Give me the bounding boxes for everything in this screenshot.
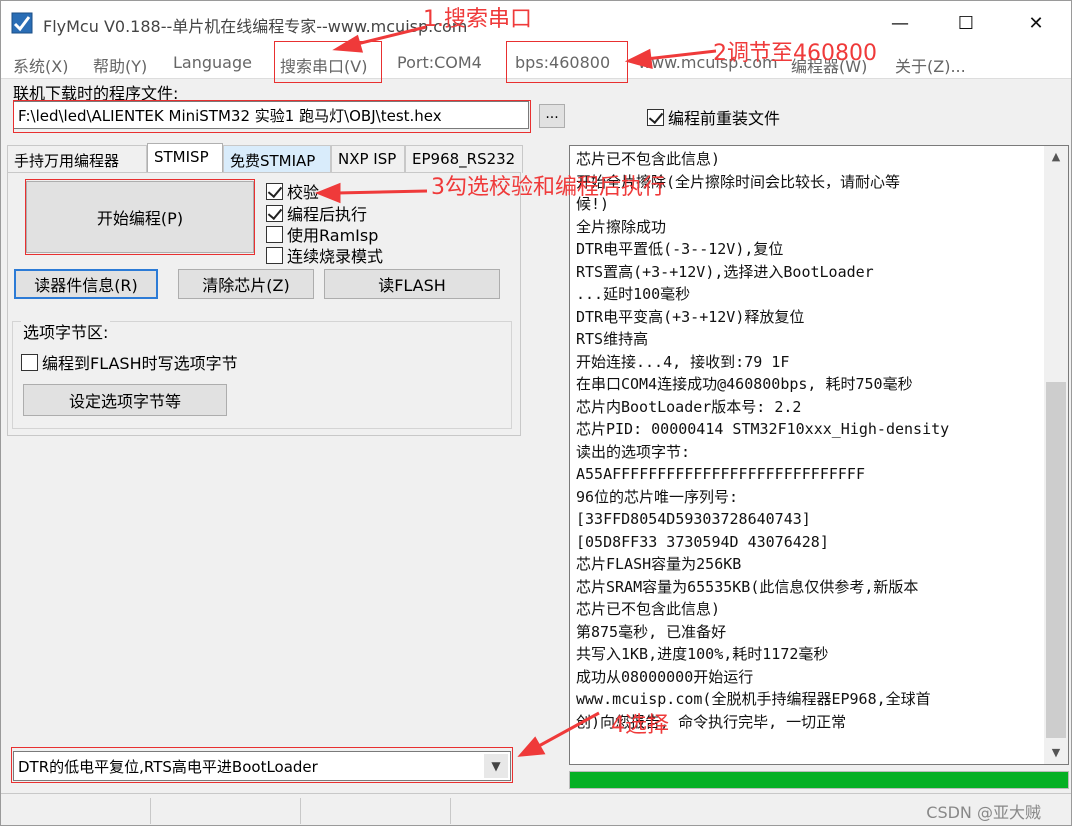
checkbox-icon: [266, 246, 283, 264]
status-bar: CSDN @亚大贼: [1, 793, 1071, 825]
log-line: 第875毫秒, 已准备好: [576, 622, 727, 641]
flymcu-app-icon: [11, 12, 33, 34]
log-line: 开始连接...4, 接收到:79 1F: [576, 352, 790, 371]
log-line: 芯片内BootLoader版本号: 2.2: [576, 397, 802, 416]
erase-chip-button[interactable]: 清除芯片(Z): [178, 269, 314, 299]
menu-help[interactable]: 帮助(Y): [93, 53, 147, 77]
progress-bar: [569, 771, 1069, 789]
tab-nxp-isp[interactable]: NXP ISP: [331, 145, 405, 173]
log-line: DTR电平变高(+3-+12V)释放复位: [576, 307, 805, 326]
annotation-step-2: 2调节至460800: [713, 41, 877, 66]
checkbox-icon: [266, 182, 283, 200]
verify-label: 校验: [287, 183, 320, 202]
tab-stmisp[interactable]: STMISP: [147, 143, 223, 173]
highlight-search-port: [274, 41, 382, 83]
status-cell: [1, 798, 151, 824]
set-option-bytes-button[interactable]: 设定选项字节等: [23, 384, 227, 416]
option-bytes-group: 选项字节区: 编程到FLASH时写选项字节 设定选项字节等: [12, 319, 512, 429]
scroll-up-icon[interactable]: ▲: [1044, 146, 1068, 168]
log-line: A55AFFFFFFFFFFFFFFFFFFFFFFFFFFFF: [576, 465, 865, 483]
close-icon[interactable]: ✕: [1013, 1, 1059, 45]
annotation-step-1: 1.搜索串口: [423, 7, 532, 32]
highlight-reset-select: [11, 747, 513, 783]
csdn-watermark: CSDN @亚大贼: [926, 803, 1041, 822]
log-line: 芯片FLASH容量为256KB: [576, 555, 742, 573]
flymcu-window: FlyMcu V0.188--单片机在线编程专家--www.mcuisp.com…: [0, 0, 1072, 826]
annotation-step-3: 3勾选校验和编程后执行: [431, 175, 665, 200]
log-line: 全片擦除成功: [576, 217, 667, 236]
checkbox-icon: [266, 204, 283, 222]
reload-before-program-checkbox[interactable]: 编程前重装文件: [647, 105, 780, 129]
log-line: [33FFD8054D59303728640743]: [576, 510, 811, 528]
checkbox-icon: [266, 225, 283, 243]
continuous-mode-label: 连续烧录模式: [287, 247, 384, 266]
browse-button[interactable]: ...: [539, 104, 565, 128]
highlight-bps: [506, 41, 628, 83]
checkbox-icon: [21, 353, 38, 371]
reload-label: 编程前重装文件: [668, 109, 781, 128]
option-bytes-title: 选项字节区:: [21, 319, 111, 343]
log-line: ...延时100毫秒: [576, 285, 691, 303]
log-scrollbar[interactable]: ▲ ▼: [1044, 146, 1068, 764]
progress-fill: [570, 772, 1068, 788]
log-line: 共写入1KB,进度100%,耗时1172毫秒: [576, 645, 829, 663]
menu-system[interactable]: 系统(X): [13, 53, 68, 77]
log-line: 芯片已不包含此信息): [576, 600, 721, 618]
checkbox-icon: [647, 108, 664, 126]
read-flash-button[interactable]: 读FLASH: [324, 269, 500, 299]
menu-about[interactable]: 关于(Z)...: [895, 53, 966, 77]
annotation-step-4: 4选择: [611, 713, 669, 738]
log-line: 成功从08000000开始运行: [576, 667, 754, 686]
log-line: 芯片PID: 00000414 STM32F10xxx_High-density: [576, 420, 950, 438]
log-line: RTS维持高: [576, 330, 649, 348]
tab-handheld[interactable]: 手持万用编程器: [7, 145, 147, 173]
log-line: 芯片SRAM容量为65535KB(此信息仅供参考,新版本: [576, 577, 919, 596]
read-device-info-button[interactable]: 读器件信息(R): [14, 269, 158, 299]
arrow-4-head: [517, 736, 546, 757]
log-line: 芯片已不包含此信息): [576, 150, 721, 168]
log-line: 读出的选项字节:: [576, 442, 691, 461]
tab-stmiap[interactable]: 免费STMIAP: [223, 145, 331, 173]
status-cell: [151, 798, 301, 824]
log-line: DTR电平置低(-3--12V),复位: [576, 240, 784, 258]
title-bar: FlyMcu V0.188--单片机在线编程专家--www.mcuisp.com…: [1, 1, 1071, 45]
scroll-down-icon[interactable]: ▼: [1044, 742, 1068, 764]
write-option-bytes-label: 编程到FLASH时写选项字节: [42, 354, 238, 373]
log-lines: 芯片已不包含此信息) 开始全片擦除(全片擦除时间会比较长，请耐心等 候!) 全片擦除成…: [576, 148, 1042, 733]
log-output[interactable]: 芯片已不包含此信息) 开始全片擦除(全片擦除时间会比较长，请耐心等 候!) 全片擦除成…: [569, 145, 1069, 765]
write-option-bytes-checkbox[interactable]: 编程到FLASH时写选项字节: [21, 350, 238, 374]
window-title: FlyMcu V0.188--单片机在线编程专家--www.mcuisp.com: [43, 17, 468, 36]
maximize-icon[interactable]: ☐: [943, 1, 989, 45]
minimize-icon[interactable]: —: [877, 1, 923, 45]
verify-checkbox[interactable]: 校验: [266, 179, 319, 203]
menu-language[interactable]: Language: [173, 53, 252, 72]
log-line: 在串口COM4连接成功@460800bps, 耗时750毫秒: [576, 375, 913, 393]
log-line: RTS置高(+3-+12V),选择进入BootLoader: [576, 262, 874, 281]
menu-port[interactable]: Port:COM4: [397, 53, 482, 72]
status-cell: [301, 798, 451, 824]
highlight-start-button: [25, 179, 255, 255]
log-line: [05D8FF33 3730594D 43076428]: [576, 532, 829, 551]
highlight-file-path: [13, 100, 531, 133]
scroll-thumb[interactable]: [1046, 382, 1066, 738]
continuous-mode-checkbox[interactable]: 连续烧录模式: [266, 243, 383, 267]
log-line: 96位的芯片唯一序列号:: [576, 487, 739, 506]
